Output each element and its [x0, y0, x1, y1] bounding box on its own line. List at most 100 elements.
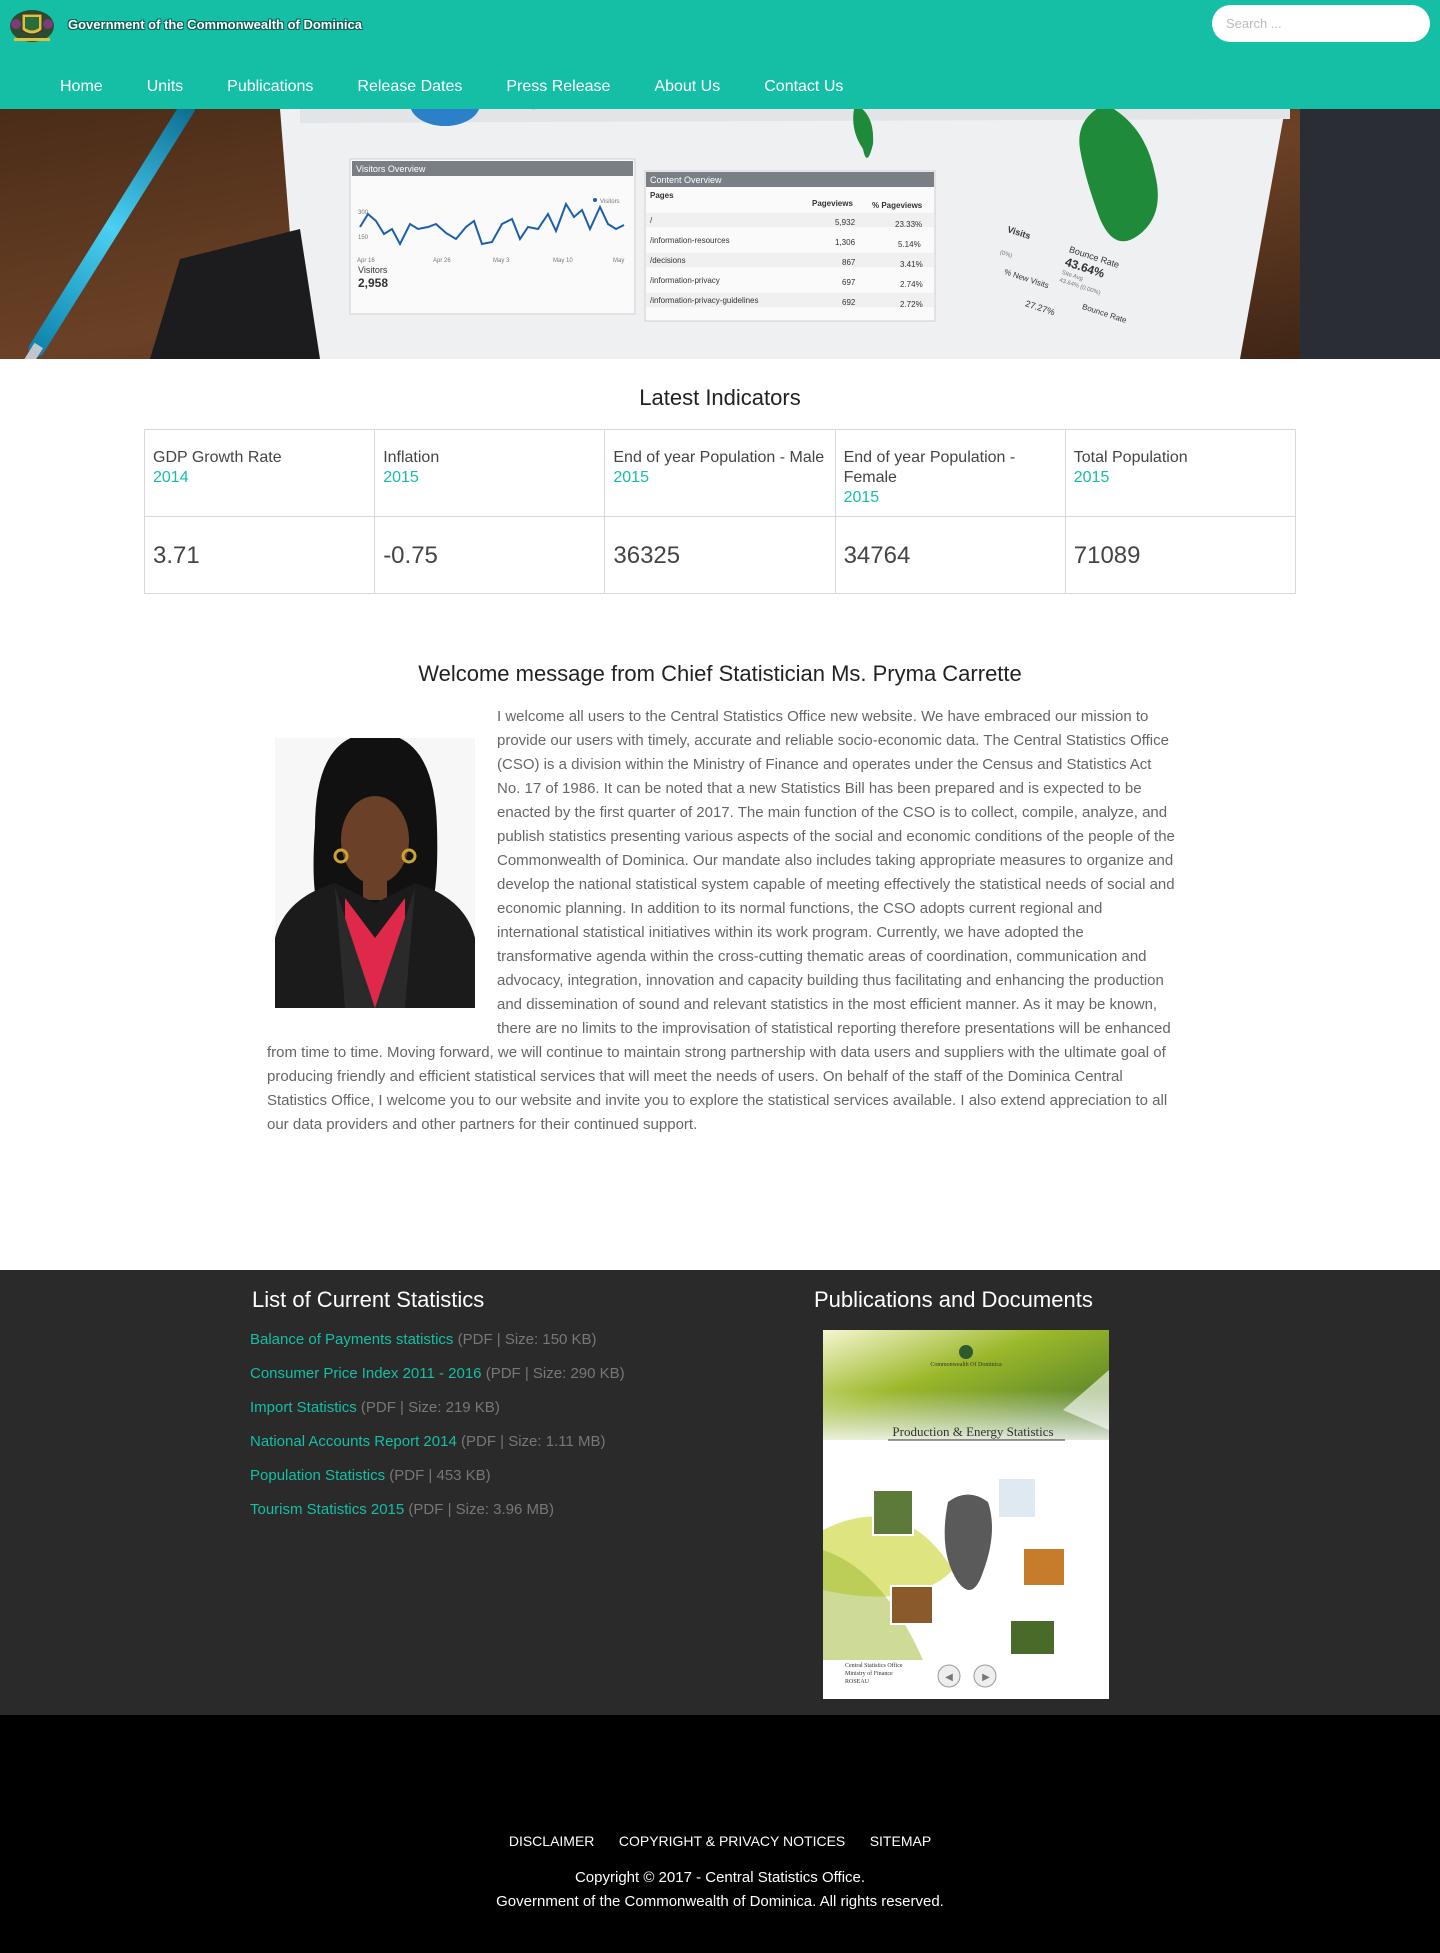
copyright-line: Copyright © 2017 - Central Statistics Of…	[574, 1869, 866, 1886]
indicator-value: 34764	[834, 516, 1066, 594]
cover-title: Production & Energy Statistics	[892, 1424, 1053, 1439]
chevron-left-icon: ◀	[945, 1672, 953, 1683]
stats-link[interactable]: National Accounts Report 2014	[250, 1433, 457, 1450]
footer-copyright-link[interactable]: COPYRIGHT & PRIVACY NOTICES	[619, 1833, 845, 1849]
hero-content-cell: 697	[842, 278, 856, 287]
hero-content-cell: 2.74%	[900, 280, 923, 289]
hero-visitors-title: Visitors Overview	[356, 164, 426, 174]
hero-content-cell: 5,932	[835, 218, 856, 227]
indicator-year: 2014	[153, 469, 189, 486]
file-meta: (PDF | Size: 3.96 MB)	[404, 1501, 554, 1518]
nav-publications[interactable]: Publications	[205, 74, 335, 102]
cover-org: Commonwealth Of Dominica	[930, 1361, 1002, 1368]
indicator-year: 2015	[1073, 469, 1110, 486]
stats-link[interactable]: Population Statistics	[250, 1467, 385, 1484]
search-input[interactable]	[1212, 5, 1430, 42]
carousel-prev-button[interactable]: ◀	[937, 1664, 961, 1688]
cover-footer: ROSEAU	[845, 1679, 870, 1685]
hero-visitors-legend: Visitors	[600, 199, 620, 205]
stats-link[interactable]: Tourism Statistics 2015	[250, 1501, 404, 1518]
file-meta: (PDF | 453 KB)	[385, 1467, 491, 1484]
chevron-right-icon: ▶	[982, 1672, 990, 1683]
list-item: Import Statistics (PDF | Size: 219 KB)	[250, 1397, 625, 1431]
indicator-label-cell: Total Population 2015	[1064, 429, 1297, 517]
hero-content-header: Pageviews	[812, 199, 853, 208]
stats-link[interactable]: Import Statistics	[250, 1399, 357, 1416]
indicator-value: 36325	[604, 516, 836, 594]
hero-content-cell: /decisions	[650, 256, 686, 265]
publications-title: Publications and Documents	[814, 1287, 1093, 1312]
hero-visitors-label: Visitors	[358, 265, 388, 275]
current-stats-title: List of Current Statistics	[252, 1287, 485, 1312]
stats-link[interactable]: Balance of Payments statistics	[250, 1331, 453, 1348]
hero-content-cell: /information-privacy	[650, 276, 720, 285]
nav-contact-us[interactable]: Contact Us	[742, 74, 865, 102]
hero-content-cell: 23.33%	[895, 220, 922, 229]
file-meta: (PDF | Size: 290 KB)	[481, 1365, 625, 1382]
coat-of-arms-icon	[10, 10, 54, 42]
indicator-label: End of year Population - Male	[613, 449, 825, 466]
indicators-title: Latest Indicators	[639, 385, 801, 410]
list-item: Consumer Price Index 2011 - 2016 (PDF | …	[250, 1363, 625, 1397]
footer-links: DISCLAIMER COPYRIGHT & PRIVACY NOTICES S…	[0, 1833, 1440, 1851]
list-item: Population Statistics (PDF | 453 KB)	[250, 1465, 625, 1499]
publication-cover[interactable]: Commonwealth Of Dominica Production & En…	[823, 1330, 1109, 1699]
hero-arrow-glyph: »	[532, 109, 536, 112]
hero-content-cell: /information-resources	[650, 236, 730, 245]
cover-footer: Central Statistics Office	[845, 1662, 903, 1669]
nav-release-dates[interactable]: Release Dates	[335, 74, 484, 102]
indicator-value: 3.71	[143, 516, 376, 594]
hero-content-header: Pages	[650, 191, 674, 200]
nav-press-release[interactable]: Press Release	[484, 74, 632, 102]
hero-chart-xtick: May	[613, 258, 624, 264]
footer-disclaimer-link[interactable]: DISCLAIMER	[509, 1833, 595, 1849]
hero-content-cell: 1,306	[835, 238, 856, 247]
hero-chart-ytick: 150	[358, 235, 369, 241]
carousel-next-button[interactable]: ▶	[973, 1664, 997, 1688]
stats-link[interactable]: Consumer Price Index 2011 - 2016	[250, 1365, 482, 1382]
file-meta: (PDF | Size: 1.11 MB)	[456, 1433, 606, 1450]
site-title: Government of the Commonwealth of Domini…	[68, 16, 362, 32]
statistics-band	[0, 1270, 1440, 1715]
nav-about-us[interactable]: About Us	[632, 74, 742, 102]
file-meta: (PDF | Size: 150 KB)	[453, 1331, 597, 1348]
hero-content-cell: /information-privacy-guidelines	[650, 296, 759, 305]
file-meta: (PDF | Size: 219 KB)	[356, 1399, 500, 1416]
hero-content-cell: 2.72%	[900, 300, 923, 309]
hero-content-cell: 3.41%	[900, 260, 923, 269]
footer-sitemap-link[interactable]: SITEMAP	[870, 1833, 931, 1849]
hero-illustration: » Visitors Overview Visitors 300 150 Apr…	[0, 109, 1440, 359]
nav-home[interactable]: Home	[38, 74, 125, 102]
indicator-year: 2015	[843, 489, 880, 506]
hero-content-header: % Pageviews	[872, 201, 923, 210]
hero-banner: » Visitors Overview Visitors 300 150 Apr…	[0, 109, 1440, 359]
hero-chart-xtick: May 3	[493, 258, 510, 264]
hero-chart-xtick: Apr 26	[433, 258, 451, 264]
copyright: Copyright © 2017 - Central Statistics Of…	[0, 1866, 1440, 1914]
indicators-table: GDP Growth Rate 2014 Inflation 2015 End …	[143, 429, 1297, 594]
welcome-title: Welcome message from Chief Statistician …	[418, 661, 1022, 686]
hero-content-cell: 692	[842, 298, 856, 307]
indicator-label-cell: End of year Population - Female 2015	[834, 429, 1066, 517]
hero-content-cell: 5.14%	[898, 240, 921, 249]
indicator-label: Total Population	[1073, 449, 1188, 466]
copyright-line: Government of the Commonwealth of Domini…	[496, 1893, 944, 1910]
indicator-label-cell: End of year Population - Male 2015	[604, 429, 836, 517]
hero-content-cell: 867	[842, 258, 856, 267]
nav-units[interactable]: Units	[125, 74, 205, 102]
current-stats-list: Balance of Payments statistics (PDF | Si…	[250, 1329, 625, 1533]
indicator-year: 2015	[613, 469, 649, 486]
hero-visitors-value: 2,958	[358, 276, 388, 290]
indicator-value: 71089	[1064, 516, 1297, 594]
brand[interactable]: Government of the Commonwealth of Domini…	[6, 4, 362, 44]
cover-footer: Ministry of Finance	[845, 1670, 893, 1677]
indicator-value: -0.75	[374, 516, 606, 594]
indicator-label-cell: Inflation 2015	[374, 429, 606, 517]
list-item: Tourism Statistics 2015 (PDF | Size: 3.9…	[250, 1499, 625, 1533]
indicator-label: Inflation	[383, 449, 440, 466]
list-item: National Accounts Report 2014 (PDF | Siz…	[250, 1431, 625, 1465]
hero-chart-xtick: May 10	[553, 258, 573, 264]
list-item: Balance of Payments statistics (PDF | Si…	[250, 1329, 625, 1363]
indicator-year: 2015	[383, 469, 419, 486]
header-bar: Government of the Commonwealth of Domini…	[0, 0, 1440, 109]
